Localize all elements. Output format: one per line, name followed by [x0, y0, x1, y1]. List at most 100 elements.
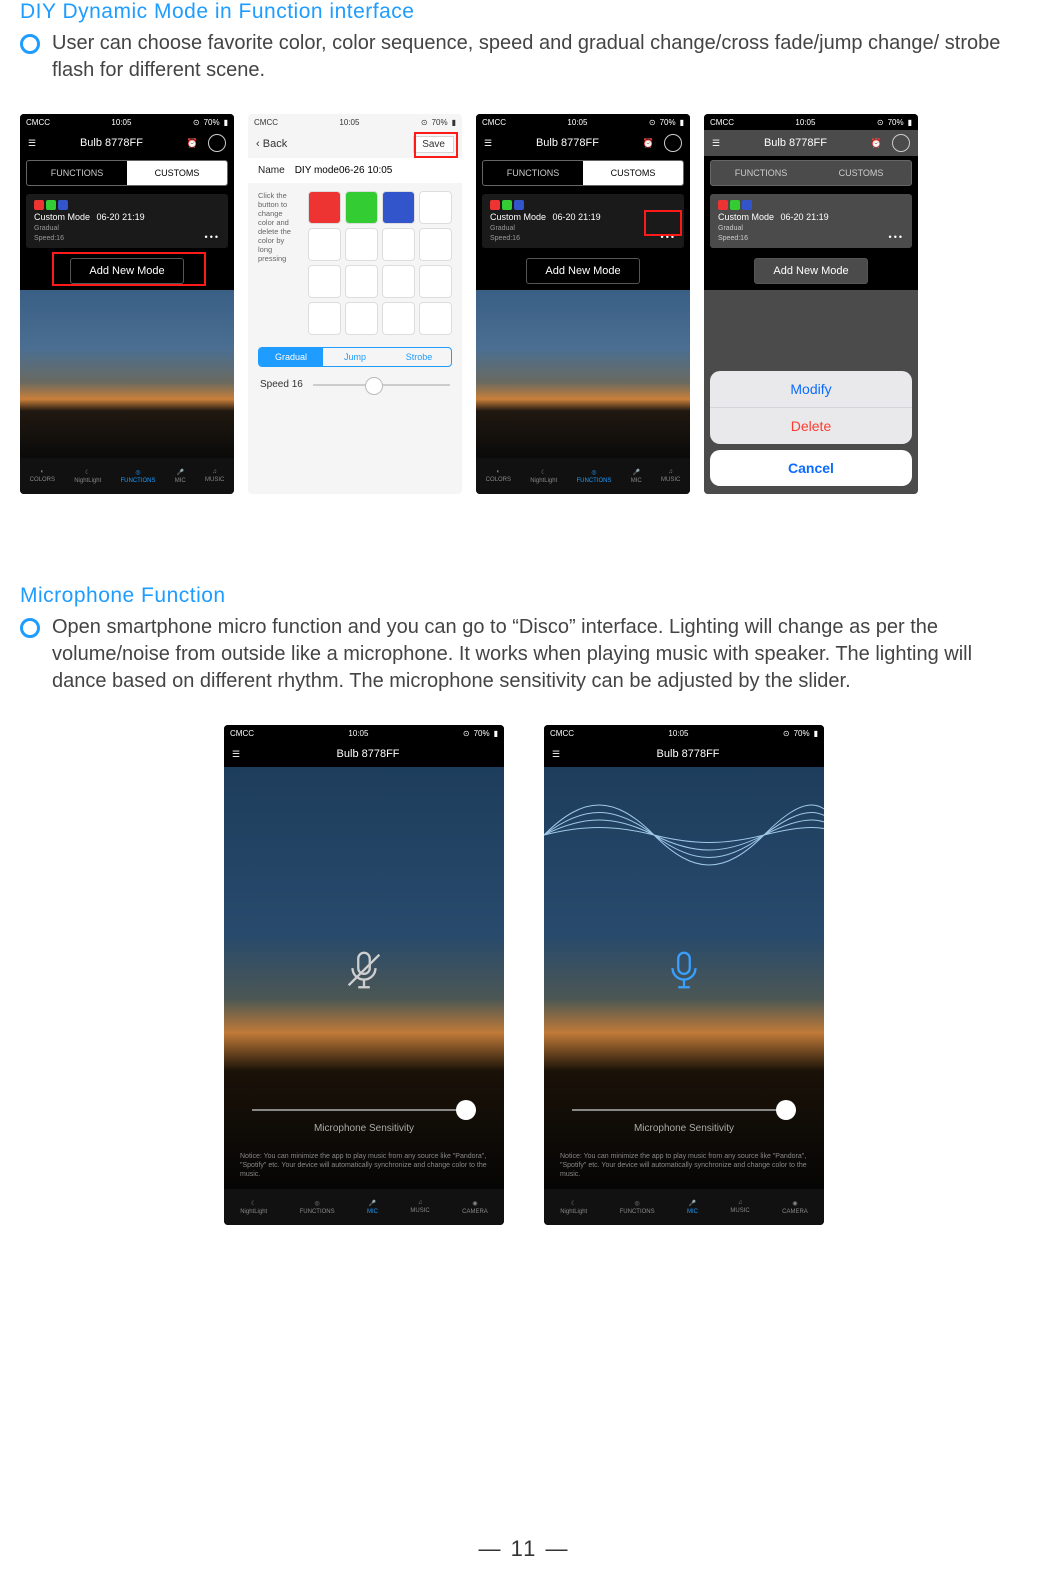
more-icon[interactable]: ••• — [205, 232, 220, 242]
sensitivity-label: Microphone Sensitivity — [634, 1123, 734, 1134]
carrier: CMCC — [550, 729, 574, 738]
timer-icon[interactable]: ⏰ — [643, 138, 654, 149]
bullet-dot-icon — [20, 618, 40, 638]
mic-area: Microphone Sensitivity Notice: You can m… — [544, 767, 824, 1189]
menu-icon[interactable]: ☰ — [552, 749, 560, 760]
delete-button[interactable]: Delete — [710, 408, 912, 444]
nav-colors[interactable]: ◐COLORS — [30, 469, 55, 483]
tab-functions[interactable]: FUNCTIONS — [711, 161, 811, 185]
nav-nightlight[interactable]: ☾NightLight — [74, 469, 101, 484]
clock: 10:05 — [567, 118, 587, 127]
battery: ⊙70%▮ — [877, 118, 912, 127]
add-new-mode-button[interactable]: Add New Mode — [526, 258, 639, 284]
menu-icon[interactable]: ☰ — [28, 138, 36, 149]
back-button[interactable]: ‹ Back — [256, 138, 287, 150]
device-title: Bulb 8778FF — [337, 748, 400, 760]
nav-nightlight[interactable]: ☾NightLight — [240, 1200, 267, 1215]
tab-functions[interactable]: FUNCTIONS — [27, 161, 127, 185]
power-icon[interactable] — [664, 134, 682, 152]
modify-button[interactable]: Modify — [710, 371, 912, 408]
sensitivity-slider[interactable] — [572, 1109, 796, 1111]
nav-functions[interactable]: ◎FUNCTIONS — [121, 469, 156, 484]
menu-icon[interactable]: ☰ — [712, 138, 720, 149]
name-input[interactable] — [293, 164, 452, 177]
tabs: FUNCTIONS CUSTOMS — [710, 160, 912, 186]
clock: 10:05 — [795, 118, 815, 127]
screenshot-3: CMCC 10:05 ⊙70%▮ ☰ Bulb 8778FF ⏰ FUNCTIO… — [476, 114, 690, 494]
section2-bullet: Open smartphone micro function and you c… — [20, 614, 1028, 695]
nav-functions[interactable]: ◎FUNCTIONS — [577, 469, 612, 484]
color-grid[interactable] — [308, 191, 452, 335]
nav-camera[interactable]: ◉CAMERA — [462, 1200, 488, 1215]
name-field-row: Name — [248, 158, 462, 183]
background-image — [476, 290, 690, 458]
nav-mic[interactable]: 🎤MIC — [175, 469, 186, 484]
nav-functions[interactable]: ◎FUNCTIONS — [300, 1200, 335, 1215]
highlight-box — [414, 132, 458, 158]
speed-slider[interactable] — [313, 384, 450, 386]
cancel-button[interactable]: Cancel — [710, 450, 912, 486]
nav-mic[interactable]: 🎤MIC — [631, 469, 642, 484]
mic-on-icon[interactable] — [661, 947, 707, 993]
screenshot-row-1: CMCC 10:05 ⊙70%▮ ☰ Bulb 8778FF ⏰ FUNCTIO… — [20, 114, 1028, 494]
nav-music[interactable]: ♫MUSIC — [205, 469, 224, 483]
nav-mic[interactable]: 🎤MIC — [367, 1200, 378, 1215]
nav-music[interactable]: ♫MUSIC — [661, 469, 680, 483]
custom-mode-row[interactable]: Custom Mode 06-20 21:19 Gradual Speed:16… — [26, 194, 228, 248]
add-new-mode-button[interactable]: Add New Mode — [754, 258, 867, 284]
screenshot-mic-on: CMCC 10:05 ⊙70%▮ ☰ Bulb 8778FF — [544, 725, 824, 1225]
status-bar: CMCC 10:05 ⊙70%▮ — [544, 725, 824, 741]
app-header: ☰ Bulb 8778FF — [544, 741, 824, 767]
section2-text: Open smartphone micro function and you c… — [52, 614, 1028, 695]
nav-colors[interactable]: ◐COLORS — [486, 469, 511, 483]
nav-nightlight[interactable]: ☾NightLight — [560, 1200, 587, 1215]
custom-mode-row: Custom Mode 06-20 21:19 Gradual Speed:16… — [710, 194, 912, 248]
seg-gradual[interactable]: Gradual — [259, 348, 323, 366]
power-icon[interactable] — [892, 134, 910, 152]
app-header: ☰ Bulb 8778FF ⏰ — [20, 130, 234, 156]
section1-title: DIY Dynamic Mode in Function interface — [20, 0, 1028, 24]
nav-music[interactable]: ♫MUSIC — [410, 1200, 429, 1214]
hint-text: Click the button to change color and del… — [258, 191, 300, 335]
nav-nightlight[interactable]: ☾NightLight — [530, 469, 557, 484]
battery: ⊙70%▮ — [193, 118, 228, 127]
menu-icon[interactable]: ☰ — [232, 749, 240, 760]
power-icon[interactable] — [208, 134, 226, 152]
speed-slider-row: Speed 16 — [248, 371, 462, 398]
mode-title: Custom Mode — [718, 212, 774, 222]
mode-speed: Speed:16 — [34, 235, 64, 242]
nav-camera[interactable]: ◉CAMERA — [782, 1200, 808, 1215]
clock: 10:05 — [339, 118, 359, 127]
tab-customs[interactable]: CUSTOMS — [583, 161, 683, 185]
more-icon[interactable]: ••• — [889, 232, 904, 242]
nav-functions[interactable]: ◎FUNCTIONS — [620, 1200, 655, 1215]
custom-mode-row[interactable]: Custom Mode 06-20 21:19 Gradual Speed:16… — [482, 194, 684, 248]
speed-label: Speed 16 — [260, 379, 303, 390]
seg-jump[interactable]: Jump — [323, 348, 387, 366]
battery: ⊙70%▮ — [649, 118, 684, 127]
nav-mic[interactable]: 🎤MIC — [687, 1200, 698, 1215]
clock: 10:05 — [348, 729, 368, 738]
timer-icon[interactable]: ⏰ — [871, 138, 882, 149]
battery: ⊙70%▮ — [421, 118, 456, 127]
timer-icon[interactable]: ⏰ — [187, 138, 198, 149]
mode-segment[interactable]: Gradual Jump Strobe — [258, 347, 452, 367]
screenshot-4: CMCC 10:05 ⊙70%▮ ☰ Bulb 8778FF ⏰ FUNCTIO… — [704, 114, 918, 494]
carrier: CMCC — [26, 118, 50, 127]
tab-functions[interactable]: FUNCTIONS — [483, 161, 583, 185]
mode-title: Custom Mode — [34, 212, 90, 222]
screenshot-row-2: CMCC 10:05 ⊙70%▮ ☰ Bulb 8778FF Microphon… — [20, 725, 1028, 1225]
bottom-nav: ☾NightLight ◎FUNCTIONS 🎤MIC ♫MUSIC ◉CAME… — [224, 1189, 504, 1225]
screenshot-2: CMCC 10:05 ⊙70%▮ ‹ Back Save Name Click … — [248, 114, 462, 494]
nav-music[interactable]: ♫MUSIC — [730, 1200, 749, 1214]
tab-customs[interactable]: CUSTOMS — [127, 161, 227, 185]
sensitivity-slider[interactable] — [252, 1109, 476, 1111]
menu-icon[interactable]: ☰ — [484, 138, 492, 149]
name-label: Name — [258, 165, 285, 176]
mic-off-icon[interactable] — [341, 947, 387, 993]
tab-customs[interactable]: CUSTOMS — [811, 161, 911, 185]
screenshot-mic-off: CMCC 10:05 ⊙70%▮ ☰ Bulb 8778FF Microphon… — [224, 725, 504, 1225]
mode-gradual: Gradual — [34, 225, 59, 232]
app-header: ☰ Bulb 8778FF ⏰ — [704, 130, 918, 156]
seg-strobe[interactable]: Strobe — [387, 348, 451, 366]
